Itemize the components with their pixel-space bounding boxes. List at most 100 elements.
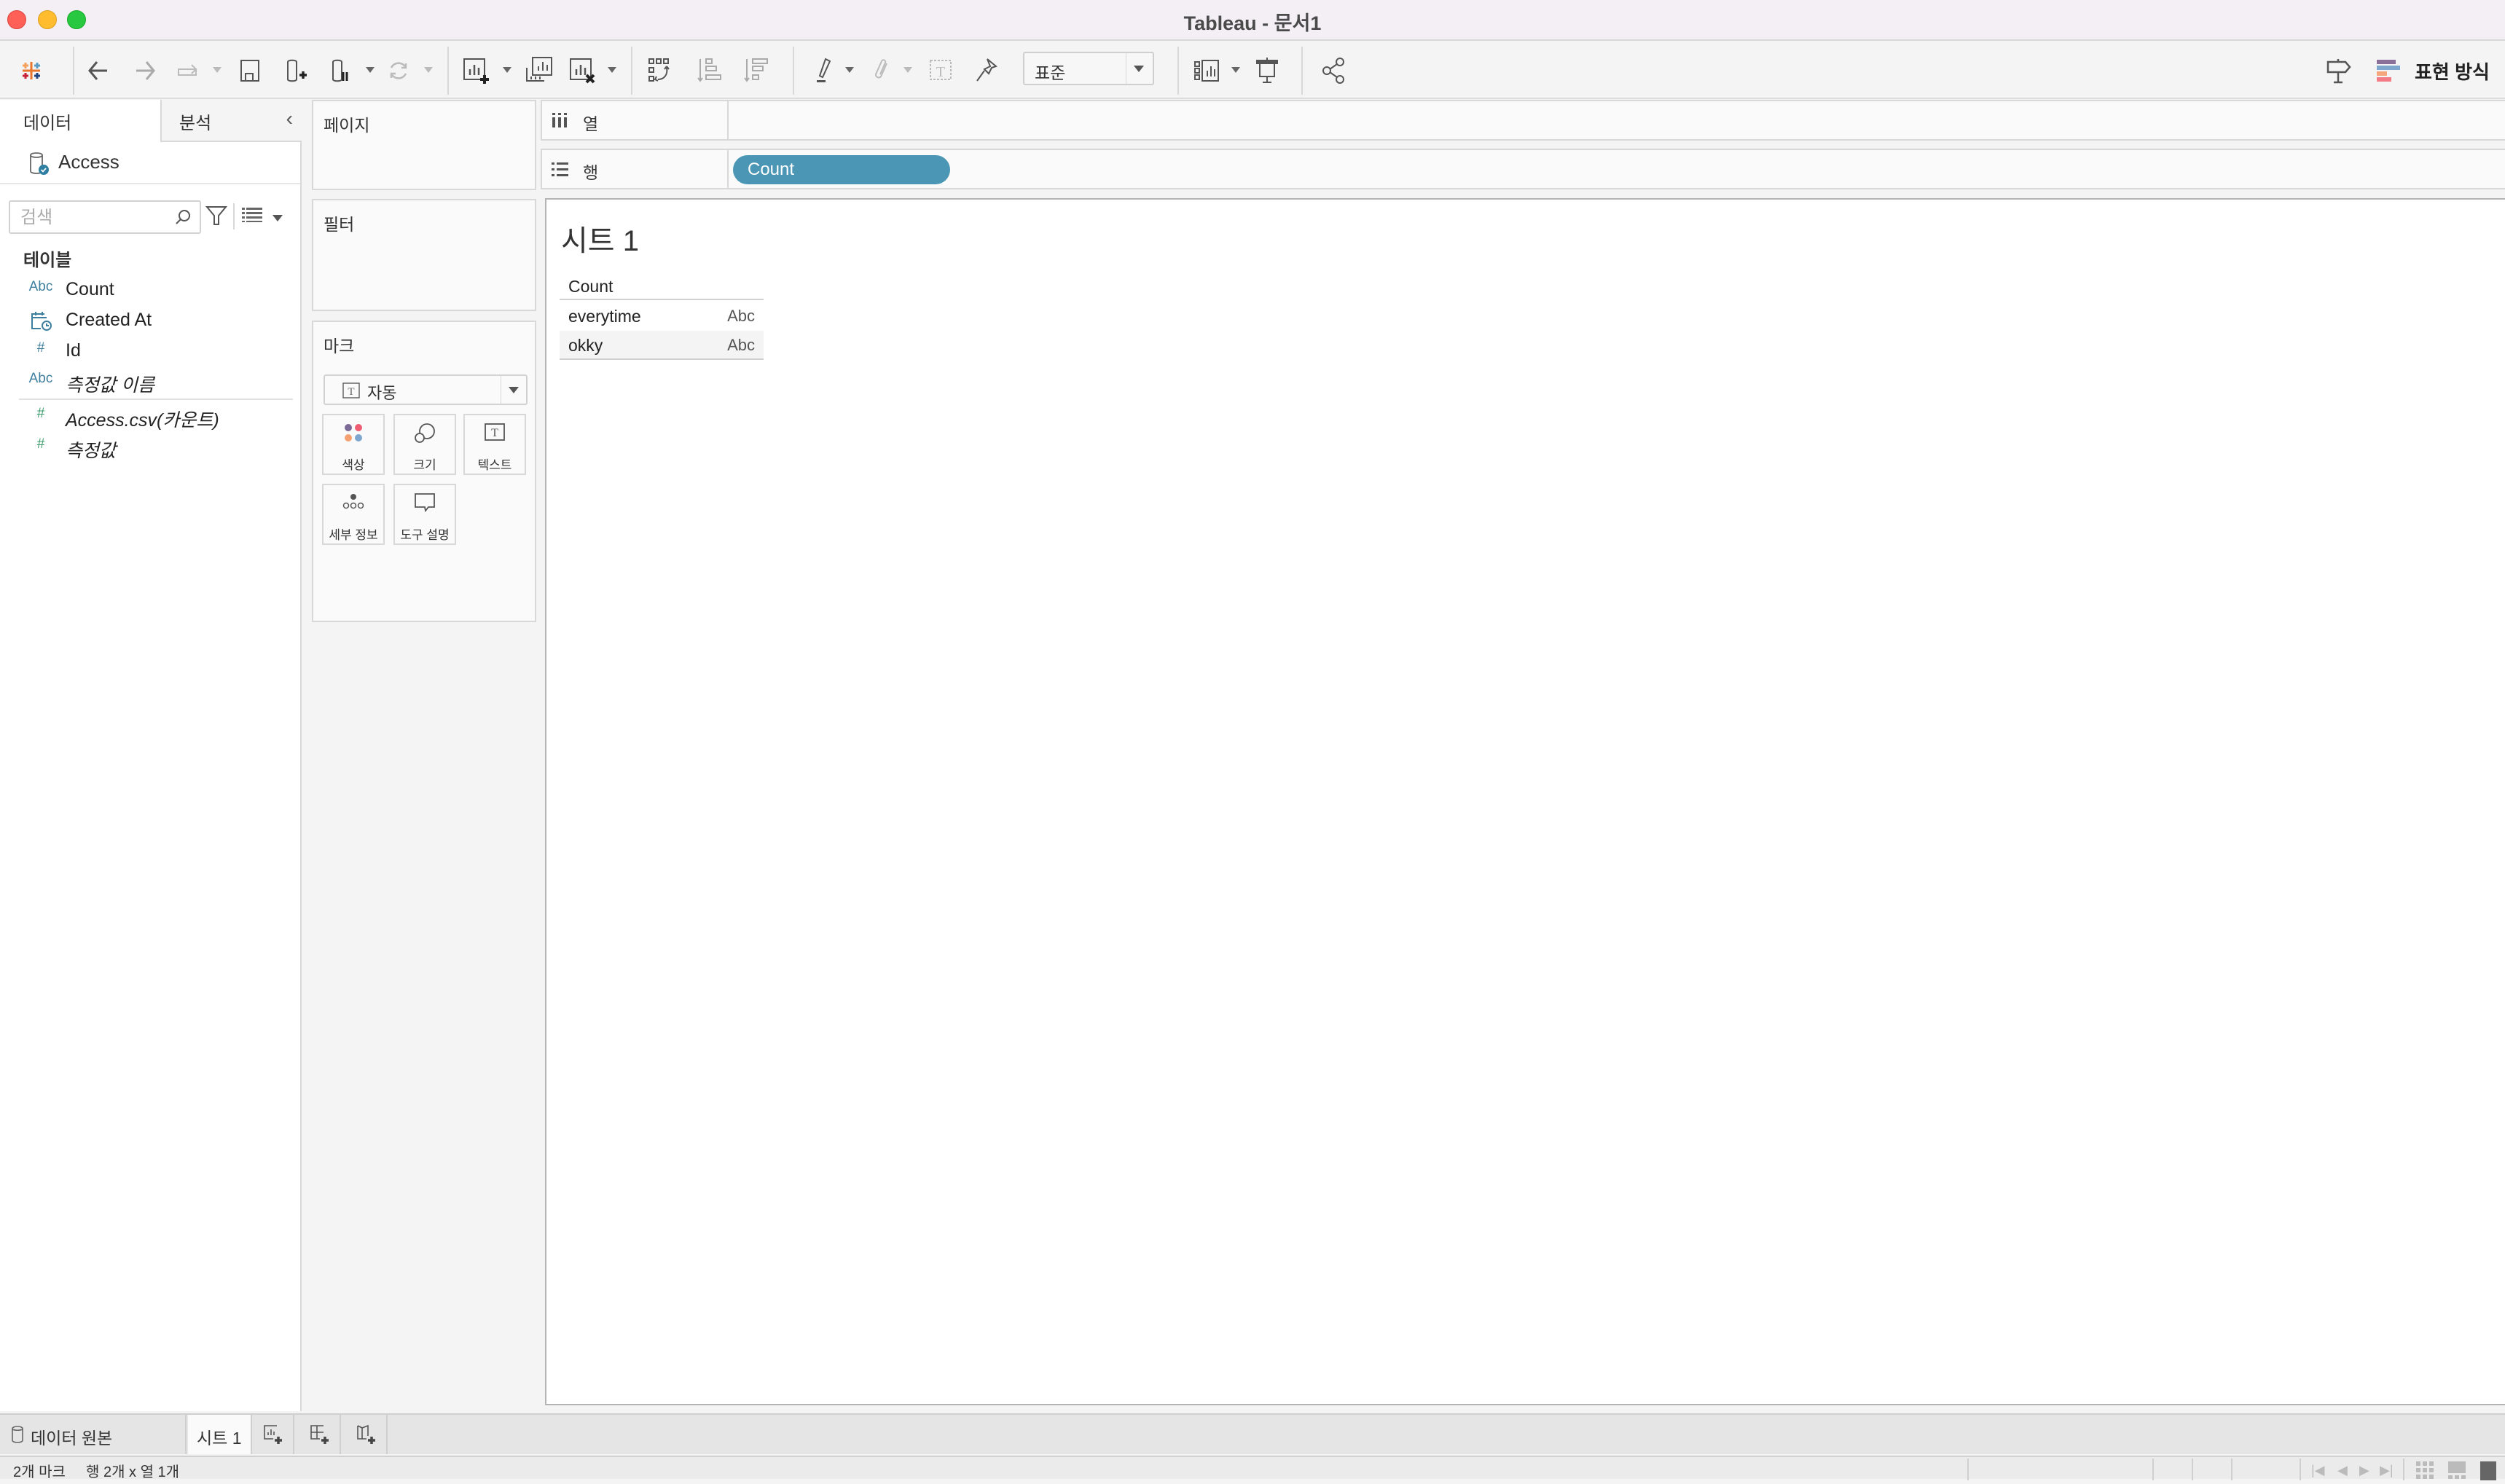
- tables-heading: 테이블: [23, 251, 72, 270]
- previous-page-icon[interactable]: ◀: [2337, 1463, 2348, 1478]
- tab-analytics[interactable]: 분석 ‹: [160, 100, 302, 142]
- new-story-icon: [357, 1424, 375, 1444]
- datetime-icon: [26, 310, 55, 336]
- filters-shelf[interactable]: 필터: [312, 199, 536, 311]
- field-measure-values[interactable]: # 측정값: [0, 432, 300, 461]
- first-page-icon[interactable]: |◀: [2311, 1463, 2325, 1478]
- row-mark[interactable]: Abc: [727, 307, 755, 326]
- swap-rows-columns-icon[interactable]: [646, 55, 676, 86]
- detail-button[interactable]: 세부 정보: [322, 484, 385, 545]
- column-header[interactable]: Count: [560, 272, 764, 300]
- color-button[interactable]: 색상: [322, 414, 385, 475]
- sort-ascending-icon[interactable]: [695, 55, 726, 86]
- tab-data[interactable]: 데이터: [0, 100, 160, 142]
- sheet-title[interactable]: 시트 1: [561, 217, 639, 259]
- guide-icon[interactable]: [2323, 55, 2353, 86]
- data-source-item[interactable]: Access: [0, 142, 300, 184]
- field-access-csv-count[interactable]: # Access.csv(카운트): [0, 401, 300, 431]
- sort-descending-icon[interactable]: [742, 55, 772, 86]
- marks-card-title: 마크: [324, 337, 355, 356]
- redo-icon[interactable]: [130, 55, 160, 86]
- columns-icon: [551, 111, 568, 133]
- pause-updates-icon[interactable]: [325, 55, 356, 86]
- window-title: Tableau - 문서1: [1183, 12, 1322, 34]
- tab-analytics-label: 분석: [179, 114, 212, 133]
- fields-divider: [19, 399, 293, 400]
- field-search[interactable]: [9, 200, 201, 234]
- text-icon: T: [465, 423, 525, 443]
- sheet-tab[interactable]: 시트 1: [188, 1415, 252, 1454]
- list-view-icon[interactable]: [242, 208, 262, 226]
- row-mark[interactable]: Abc: [727, 336, 755, 355]
- chevron-down-icon: [509, 387, 519, 393]
- view-options-chevron-icon[interactable]: [273, 215, 283, 221]
- columns-label: 열: [583, 114, 599, 133]
- show-labels-icon[interactable]: T: [925, 55, 956, 86]
- table-row[interactable]: okky Abc: [560, 331, 764, 360]
- new-story-tab-button[interactable]: [347, 1415, 388, 1454]
- field-id[interactable]: # Id: [0, 336, 300, 365]
- single-view-icon[interactable]: [2480, 1461, 2496, 1484]
- last-page-icon[interactable]: ▶|: [2380, 1463, 2394, 1478]
- columns-shelf[interactable]: 열: [541, 100, 2505, 141]
- header-label: Count: [568, 277, 613, 296]
- save-icon[interactable]: [235, 55, 265, 86]
- data-pane: 데이터 분석 ‹ Access 테이블 Abc Count Created At…: [0, 100, 302, 1411]
- string-icon: Abc: [28, 371, 53, 386]
- highlight-icon[interactable]: [809, 55, 839, 86]
- tooltip-label: 도구 설명: [400, 528, 450, 542]
- pages-shelf[interactable]: 페이지: [312, 100, 536, 190]
- new-data-source-icon[interactable]: [280, 55, 310, 86]
- fit-select-value: 표준: [1035, 63, 1066, 82]
- field-count[interactable]: Abc Count: [0, 275, 300, 304]
- new-worksheet-icon[interactable]: [460, 55, 491, 86]
- field-name: Created At: [66, 310, 152, 330]
- clear-sheet-icon[interactable]: [567, 55, 597, 86]
- status-marks-count: 2개 마크: [13, 1464, 66, 1480]
- pages-shelf-title: 페이지: [324, 116, 370, 135]
- show-cards-icon[interactable]: [1192, 55, 1223, 86]
- worksheet-canvas[interactable]: 시트 1 Count everytime Abc okky Abc: [545, 198, 2505, 1405]
- presentation-mode-icon[interactable]: [1252, 55, 1282, 86]
- new-worksheet-tab-button[interactable]: [254, 1415, 294, 1454]
- table-row[interactable]: everytime Abc: [560, 302, 764, 331]
- field-created-at[interactable]: Created At: [0, 305, 300, 334]
- group-members-icon[interactable]: [867, 55, 898, 86]
- duplicate-sheet-icon[interactable]: [523, 55, 554, 86]
- undo-icon[interactable]: [83, 55, 114, 86]
- search-input[interactable]: [20, 206, 166, 229]
- text-button[interactable]: T 텍스트: [463, 414, 526, 475]
- text-label: 텍스트: [477, 458, 512, 472]
- mark-type-select[interactable]: T 자동: [324, 374, 528, 405]
- field-measure-names[interactable]: Abc 측정값 이름: [0, 366, 300, 396]
- new-dashboard-tab-button[interactable]: [300, 1415, 341, 1454]
- size-button[interactable]: 크기: [393, 414, 456, 475]
- show-me-button[interactable]: 표현 방식: [2377, 55, 2490, 86]
- rows-icon: [551, 160, 568, 181]
- search-icon[interactable]: [173, 208, 192, 230]
- replay-icon[interactable]: [172, 55, 203, 86]
- rows-shelf[interactable]: 행 Count: [541, 149, 2505, 189]
- tooltip-icon: [395, 492, 455, 513]
- tooltip-button[interactable]: 도구 설명: [393, 484, 456, 545]
- collapse-pane-icon[interactable]: ‹: [286, 107, 293, 130]
- fit-select[interactable]: 표준: [1023, 52, 1154, 85]
- detail-label: 세부 정보: [329, 528, 378, 542]
- text-mark-icon: T: [342, 382, 360, 403]
- refresh-icon[interactable]: [383, 55, 414, 86]
- filmstrip-view-icon[interactable]: [2448, 1461, 2466, 1483]
- filter-icon[interactable]: [205, 205, 228, 230]
- detail-icon: [324, 492, 383, 511]
- rows-label: 행: [583, 163, 599, 182]
- columns-shelf-label: 열: [542, 101, 729, 139]
- grid-view-icon[interactable]: [2416, 1461, 2434, 1483]
- next-page-icon[interactable]: ▶: [2359, 1463, 2369, 1478]
- toolbar: T 표준 표현 방식: [0, 42, 2505, 99]
- sheet-tab-bar: 데이터 원본 시트 1: [0, 1413, 2505, 1454]
- color-icon: [324, 423, 383, 443]
- count-dimension-pill[interactable]: Count: [733, 155, 950, 184]
- share-icon[interactable]: [1319, 55, 1349, 86]
- tableau-logo-icon[interactable]: [16, 55, 47, 86]
- data-source-tab[interactable]: 데이터 원본: [0, 1415, 187, 1454]
- pin-axes-icon[interactable]: [972, 55, 1003, 86]
